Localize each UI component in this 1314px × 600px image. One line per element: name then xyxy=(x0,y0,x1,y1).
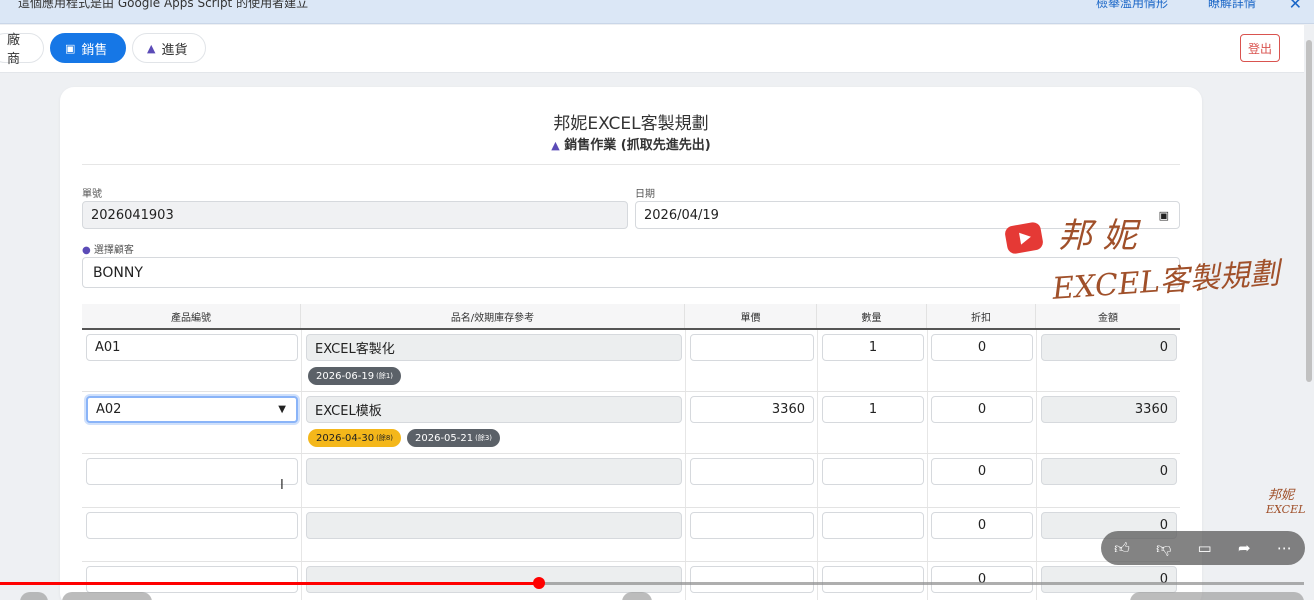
logout-button[interactable]: 登出 xyxy=(1240,34,1280,62)
product-code-value: A02 xyxy=(96,402,122,417)
badge-remain: (餘3) xyxy=(475,434,493,442)
price-input[interactable]: 3360 xyxy=(690,396,814,423)
customer-select[interactable]: BONNY xyxy=(82,257,1180,288)
badge-date: 2026-05-21 xyxy=(415,432,474,444)
person-icon: ● xyxy=(82,245,91,256)
watermark-small-subtitle: EXCEL xyxy=(1266,503,1306,516)
box-icon: ▲ xyxy=(551,139,560,152)
badge-date: 2026-06-19 xyxy=(316,370,375,382)
close-icon[interactable]: ✕ xyxy=(1289,0,1302,13)
more-icon[interactable]: ⋯ xyxy=(1277,539,1292,557)
product-code-input[interactable] xyxy=(86,566,298,593)
product-name-field: EXCEL模板 xyxy=(306,396,682,423)
qty-input[interactable]: 1 xyxy=(822,334,924,361)
product-name-field xyxy=(306,566,682,593)
discount-input[interactable]: 0 xyxy=(931,458,1033,485)
badge-remain: (餘8) xyxy=(376,434,394,442)
date-value: 2026/04/19 xyxy=(644,207,719,223)
product-code-input[interactable]: A01 xyxy=(86,334,298,361)
amount-field: 0 xyxy=(1041,566,1177,593)
customer-label: ● 選擇顧客 xyxy=(82,241,134,256)
tab-purchase[interactable]: ▲ 進貨 xyxy=(132,33,206,63)
product-name-field xyxy=(306,458,682,485)
table-header: 產品編號 品名/效期庫存參考 單價 數量 折扣 金額 xyxy=(82,304,1180,330)
tab-label: 銷售 xyxy=(81,42,108,58)
box-icon: ▲ xyxy=(147,41,156,55)
qty-input[interactable] xyxy=(822,566,924,593)
amount-field: 0 xyxy=(1041,334,1177,361)
video-progress-played xyxy=(0,582,539,585)
nav-bar: 廠商 ▣ 銷售 ▲ 進貨 登出 xyxy=(0,25,1304,73)
volume-control[interactable] xyxy=(62,592,152,600)
badge-remain: (餘1) xyxy=(376,372,394,380)
table-row: A02 ▼ EXCEL模板 2026-04-30 (餘8) 2026-05-21(… xyxy=(82,392,1180,454)
page-subtitle: ▲ 銷售作業 (抓取先進先出) xyxy=(60,134,1202,153)
divider xyxy=(82,164,1180,165)
discount-input[interactable]: 0 xyxy=(931,512,1033,539)
price-input[interactable] xyxy=(690,334,814,361)
price-input[interactable] xyxy=(690,512,814,539)
report-abuse-link[interactable]: 檢舉濫用情形 xyxy=(1096,0,1168,11)
table-row: 0 0 xyxy=(82,454,1180,508)
stock-badge: 2026-05-21 (餘3) xyxy=(407,429,501,447)
col-header-qty: 數量 xyxy=(817,304,927,328)
badge-date: 2026-04-30 xyxy=(316,432,375,444)
col-header-discount: 折扣 xyxy=(927,304,1036,328)
col-header-price: 單價 xyxy=(685,304,817,328)
watermark-small-title: 邦妮 xyxy=(1268,488,1295,503)
product-code-input[interactable]: A02 ▼ xyxy=(86,396,298,423)
sales-card: 邦妮EXCEL客製規劃 ▲ 銷售作業 (抓取先進先出) 單號 202604190… xyxy=(60,87,1202,600)
like-icon[interactable]: 👍︎ xyxy=(1114,539,1130,558)
share-icon[interactable]: ➦ xyxy=(1238,539,1251,557)
tab-sales[interactable]: ▣ 銷售 xyxy=(50,33,126,63)
video-actions: 👍︎ 👎︎ ▭ ➦ ⋯ xyxy=(1101,531,1305,565)
date-label: 日期 xyxy=(635,189,655,200)
tab-vendors[interactable]: 廠商 xyxy=(0,33,44,67)
settings-controls[interactable] xyxy=(1130,592,1304,600)
amount-field: 0 xyxy=(1041,458,1177,485)
order-number-label: 單號 xyxy=(82,189,102,200)
learn-more-link[interactable]: 瞭解詳情 xyxy=(1208,0,1256,11)
subtitle-text: 銷售作業 (抓取先進先出) xyxy=(564,138,711,153)
chevron-down-icon[interactable]: ▼ xyxy=(278,404,286,415)
price-input[interactable] xyxy=(690,566,814,593)
banner-message: 這個應用程式是由 Google Apps Script 的使用者建立 xyxy=(18,0,309,10)
play-button[interactable] xyxy=(20,592,48,600)
discount-input[interactable]: 0 xyxy=(931,334,1033,361)
product-name-field xyxy=(306,512,682,539)
apps-script-banner: 這個應用程式是由 Google Apps Script 的使用者建立 檢舉濫用情… xyxy=(0,0,1314,24)
discount-input[interactable]: 0 xyxy=(931,566,1033,593)
stock-badge: 2026-04-30 (餘8) xyxy=(308,429,402,447)
page-title: 邦妮EXCEL客製規劃 xyxy=(553,114,709,134)
product-code-input[interactable] xyxy=(86,458,298,485)
comment-icon[interactable]: ▭ xyxy=(1198,539,1212,557)
table-row: A01 EXCEL客製化 2026-06-19 (餘1) 1 0 0 xyxy=(82,330,1180,392)
qty-input[interactable] xyxy=(822,512,924,539)
watermark-title: 邦 妮 xyxy=(1058,216,1137,256)
calendar-icon[interactable]: ▣ xyxy=(1159,209,1169,222)
text-cursor-icon: I xyxy=(280,478,284,493)
product-code-input[interactable] xyxy=(86,512,298,539)
stock-badge: 2026-06-19 (餘1) xyxy=(308,367,402,385)
amount-field: 3360 xyxy=(1041,396,1177,423)
order-number-field[interactable]: 2026041903 xyxy=(82,201,628,229)
calendar-icon: ▣ xyxy=(65,41,76,55)
dislike-icon[interactable]: 👎︎ xyxy=(1156,539,1171,558)
price-input[interactable] xyxy=(690,458,814,485)
table-row: 0 0 xyxy=(82,508,1180,562)
discount-input[interactable]: 0 xyxy=(931,396,1033,423)
tab-label: 廠商 xyxy=(7,33,21,67)
tab-label: 進貨 xyxy=(161,42,188,58)
video-scrubber-handle[interactable] xyxy=(533,577,545,589)
page-scrollbar[interactable] xyxy=(1306,40,1312,382)
qty-input[interactable] xyxy=(822,458,924,485)
col-header-code: 產品編號 xyxy=(82,304,301,328)
chapter-button[interactable] xyxy=(622,592,652,600)
customer-label-text: 選擇顧客 xyxy=(93,245,134,256)
product-name-field: EXCEL客製化 xyxy=(306,334,682,361)
col-header-name: 品名/效期庫存參考 xyxy=(301,304,685,328)
qty-input[interactable]: 1 xyxy=(822,396,924,423)
